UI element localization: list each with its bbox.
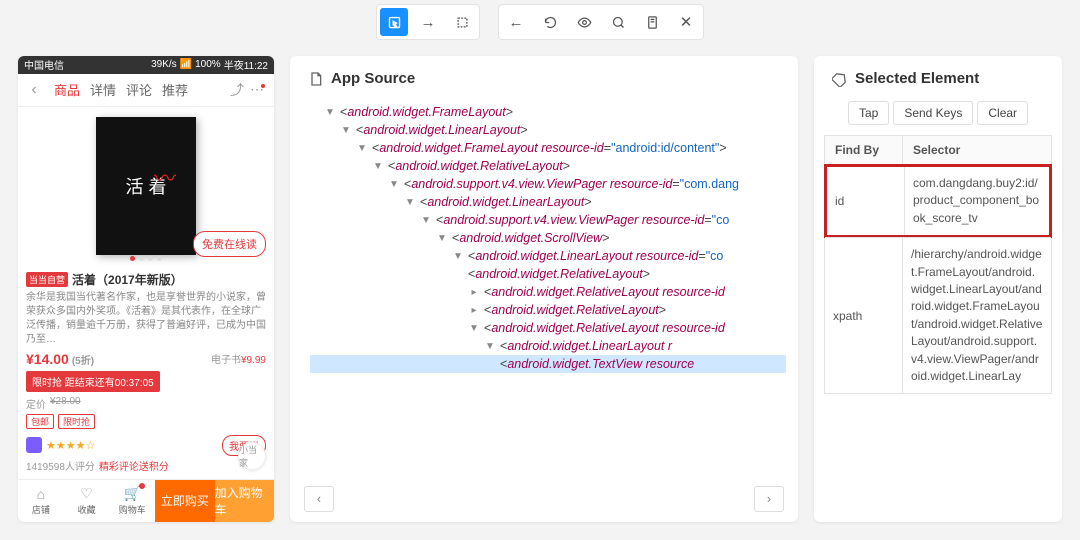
- col-selector: Selector: [903, 136, 1051, 164]
- selected-element-title: Selected Element: [814, 56, 1062, 97]
- review-count-row[interactable]: 1419598人评分 精彩评论送积分: [26, 458, 266, 473]
- signal-icon: 📶: [180, 59, 192, 70]
- tag-icon: [832, 71, 848, 87]
- product-title: 活着（2017年新版）: [72, 271, 183, 288]
- product-desc: 余华是我国当代著名作家，也是享誉世界的小说家，曾荣获众多国内外奖项。《活着》是其…: [26, 291, 266, 347]
- bb-shop[interactable]: ⌂店铺: [18, 480, 64, 522]
- copy-xml-button[interactable]: [638, 8, 666, 36]
- element-actions: Tap Send Keys Clear: [814, 97, 1062, 135]
- review-bonus-link[interactable]: 精彩评论送积分: [99, 458, 169, 473]
- self-operated-badge: 当当自营: [26, 272, 68, 287]
- document-icon: [308, 71, 324, 87]
- tab-detail[interactable]: 详情: [90, 80, 116, 99]
- xml-tree[interactable]: ▼<android.widget.FrameLayout> ▼<android.…: [290, 97, 798, 522]
- col-findby: Find By: [825, 136, 903, 164]
- product-price: ¥14.00(5折): [26, 351, 94, 367]
- eye-button[interactable]: [570, 8, 598, 36]
- top-toolbar: → ← ✕: [0, 0, 1080, 44]
- select-mode-button[interactable]: [380, 8, 408, 36]
- tap-button[interactable]: Tap: [848, 101, 889, 125]
- cart-icon: 🛒: [124, 485, 141, 502]
- clear-button[interactable]: Clear: [977, 101, 1028, 125]
- selector-table: Find By Selector id com.dangdang.buy2:id…: [824, 135, 1052, 394]
- search-button[interactable]: [604, 8, 632, 36]
- ebook-price[interactable]: 电子书¥9.99: [211, 351, 266, 366]
- more-icon[interactable]: ⋯: [250, 81, 268, 98]
- tree-nav: ‹ ›: [304, 486, 784, 512]
- add-to-cart-button[interactable]: 加入购物车: [215, 480, 274, 522]
- back-button[interactable]: ←: [502, 8, 530, 36]
- product-info: 当当自营 活着（2017年新版） 余华是我国当代著名作家，也是享誉世界的小说家，…: [18, 265, 274, 479]
- pager-dots: [130, 256, 162, 261]
- buy-now-button[interactable]: 立即购买: [155, 480, 214, 522]
- selected-tree-node[interactable]: <android.widget.TextView resource: [310, 355, 786, 373]
- refresh-button[interactable]: [536, 8, 564, 36]
- tree-prev-button[interactable]: ‹: [304, 486, 334, 512]
- share-icon[interactable]: ⤴: [230, 80, 244, 100]
- star-icons: ★★★★☆: [46, 439, 95, 452]
- bounds-button[interactable]: [448, 8, 476, 36]
- tree-next-button[interactable]: ›: [754, 486, 784, 512]
- tool-group-2: ← ✕: [498, 4, 704, 40]
- app-source-panel: App Source ▼<android.widget.FrameLayout>…: [290, 56, 798, 522]
- battery-label: 100%: [195, 59, 221, 70]
- selector-row-id[interactable]: id com.dangdang.buy2:id/product_componen…: [824, 164, 1052, 238]
- selected-element-panel: Selected Element Tap Send Keys Clear Fin…: [814, 56, 1062, 522]
- close-button[interactable]: ✕: [672, 8, 700, 36]
- time-label: 半夜11:22: [224, 57, 268, 72]
- book-cover-area[interactable]: 活 着 〰 免费在线读: [18, 107, 274, 264]
- ratings-row[interactable]: ★★★★☆ 我要拼: [26, 435, 266, 456]
- carrier-label: 中国电信: [24, 57, 64, 72]
- tab-reviews[interactable]: 评论: [126, 80, 152, 99]
- tool-group-1: →: [376, 4, 480, 40]
- phone-statusbar: 中国电信 39K/s 📶 100% 半夜11:22: [18, 56, 274, 74]
- phone-tabs: 商品 详情 评论 推荐: [48, 80, 226, 99]
- original-price: 定价 ¥28.00: [26, 396, 266, 411]
- book-cover: 活 着 〰: [96, 117, 196, 255]
- bb-fav[interactable]: ♡收藏: [64, 480, 110, 522]
- free-read-button[interactable]: 免费在线读: [193, 231, 266, 257]
- selector-row-xpath[interactable]: xpath /hierarchy/android.widget.FrameLay…: [825, 238, 1051, 393]
- promo-countdown: 限时抢 距结束还有00:37:05: [26, 371, 160, 392]
- assistant-fab[interactable]: 小当家: [238, 442, 266, 470]
- shop-icon: ⌂: [37, 486, 45, 502]
- tag-free-ship: 包邮: [26, 414, 54, 429]
- review-count: 1419598人评分: [26, 458, 95, 473]
- tag-flash: 限时抢: [58, 414, 95, 429]
- caret-icon[interactable]: ▼: [324, 107, 336, 118]
- send-keys-button[interactable]: Send Keys: [893, 101, 973, 125]
- heart-icon: ♡: [80, 485, 93, 502]
- app-source-title: App Source: [290, 56, 798, 97]
- bottom-action-bar: ⌂店铺 ♡收藏 🛒购物车 立即购买 加入购物车: [18, 479, 274, 522]
- selector-table-header: Find By Selector: [825, 136, 1051, 165]
- promo-tags: 包邮 限时抢: [26, 414, 266, 429]
- device-screenshot-panel: 中国电信 39K/s 📶 100% 半夜11:22 ‹ 商品 详情 评论 推荐 …: [18, 56, 274, 522]
- tab-recommend[interactable]: 推荐: [162, 80, 188, 99]
- flame-icon: 〰: [154, 161, 176, 193]
- bb-cart-icon[interactable]: 🛒购物车: [109, 480, 155, 522]
- reviewer-avatar: [26, 437, 42, 453]
- phone-navbar: ‹ 商品 详情 评论 推荐 ⤴ ⋯: [18, 74, 274, 107]
- swipe-button[interactable]: →: [414, 8, 442, 36]
- phone-back-icon[interactable]: ‹: [24, 81, 44, 99]
- tab-product[interactable]: 商品: [54, 80, 80, 99]
- main-area: 中国电信 39K/s 📶 100% 半夜11:22 ‹ 商品 详情 评论 推荐 …: [0, 44, 1080, 540]
- net-speed: 39K/s: [151, 59, 177, 70]
